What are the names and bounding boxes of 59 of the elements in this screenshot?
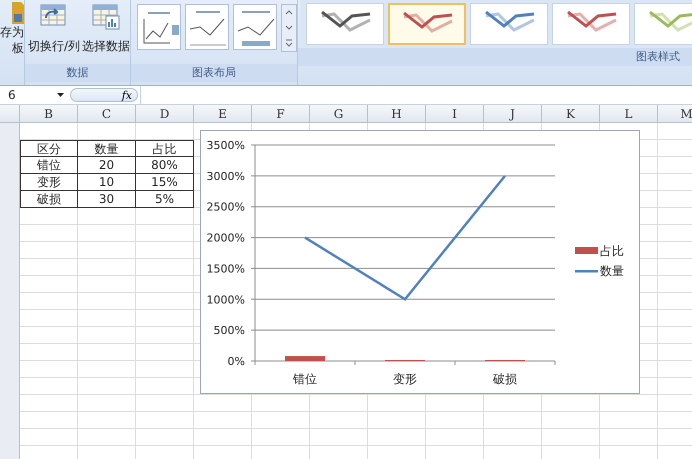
x-axis-label: 破损	[493, 372, 517, 386]
x-axis-label: 变形	[393, 372, 417, 386]
header-cell: 区分	[20, 140, 78, 157]
column-header[interactable]: C	[78, 105, 136, 123]
table-cell: 10	[78, 174, 136, 191]
y-axis-label: 0%	[228, 355, 245, 368]
column-header[interactable]: E	[194, 105, 252, 123]
header-cell: 占比	[136, 140, 194, 157]
expand-icon	[285, 39, 293, 48]
chart-style-option[interactable]	[552, 3, 630, 45]
column-header[interactable]: F	[252, 105, 310, 123]
chevron-up-icon	[285, 8, 293, 17]
chart-layout-option[interactable]	[233, 4, 277, 50]
legend-label: 占比	[600, 244, 624, 258]
group-label: 图表布局	[131, 64, 297, 82]
switch-row-column-button[interactable]: 切换行/列	[28, 2, 80, 57]
header-cell: 数量	[78, 140, 136, 157]
table-chart-icon	[92, 4, 120, 30]
chart-area[interactable]: 0% 500% 1000% 1500% 2000% 2500% 3000% 3500% 错位 变形 破损 占比 数量	[200, 130, 640, 394]
x-axis-label: 错位	[293, 372, 317, 386]
chart-style-option[interactable]	[306, 3, 384, 45]
name-box[interactable]: 6	[0, 88, 68, 102]
group-label: 数据	[25, 64, 130, 82]
select-data-button[interactable]: 选择数据	[82, 2, 130, 57]
y-axis-label: 1500%	[206, 262, 245, 276]
group-label: 图表样式	[298, 48, 692, 66]
legend-label: 数量	[600, 264, 624, 278]
table-cell: 变形	[20, 174, 78, 191]
column-header[interactable]: J	[484, 105, 542, 123]
column-header[interactable]: G	[310, 105, 368, 123]
y-axis-label: 3000%	[206, 170, 245, 183]
y-axis-label: 2500%	[206, 200, 245, 214]
column-header[interactable]: D	[136, 105, 194, 123]
dropdown-icon[interactable]	[57, 93, 64, 97]
table-cell: 30	[78, 191, 136, 208]
column-header[interactable]: H	[368, 105, 426, 123]
table-cell: 5%	[136, 191, 194, 208]
column-header[interactable]: I	[426, 105, 484, 123]
y-axis-label: 3500%	[206, 139, 245, 152]
column-header[interactable]: L	[600, 105, 658, 123]
insert-function-button[interactable]: fx	[70, 88, 138, 102]
table-cell: 80%	[136, 157, 194, 174]
chart-style-option[interactable]	[470, 3, 548, 45]
table-cell: 错位	[20, 157, 78, 174]
table-cell: 15%	[136, 174, 194, 191]
y-axis-label: 2000%	[206, 232, 245, 245]
y-axis-label: 500%	[214, 324, 245, 338]
name-box-value: 6	[8, 88, 16, 102]
chart-style-option[interactable]	[388, 3, 466, 45]
chevron-down-icon	[285, 24, 293, 32]
save-template-button[interactable]: 存为 板	[0, 2, 24, 56]
chart-layout-option[interactable]	[137, 4, 181, 50]
table-cell: 20	[78, 157, 136, 174]
y-axis-label: 1000%	[206, 293, 245, 306]
column-header[interactable]: B	[20, 105, 78, 123]
column-header[interactable]: K	[542, 105, 600, 123]
table-cell: 破损	[20, 191, 78, 208]
column-header[interactable]: M	[658, 105, 692, 123]
chart-layout-option[interactable]	[185, 4, 229, 50]
